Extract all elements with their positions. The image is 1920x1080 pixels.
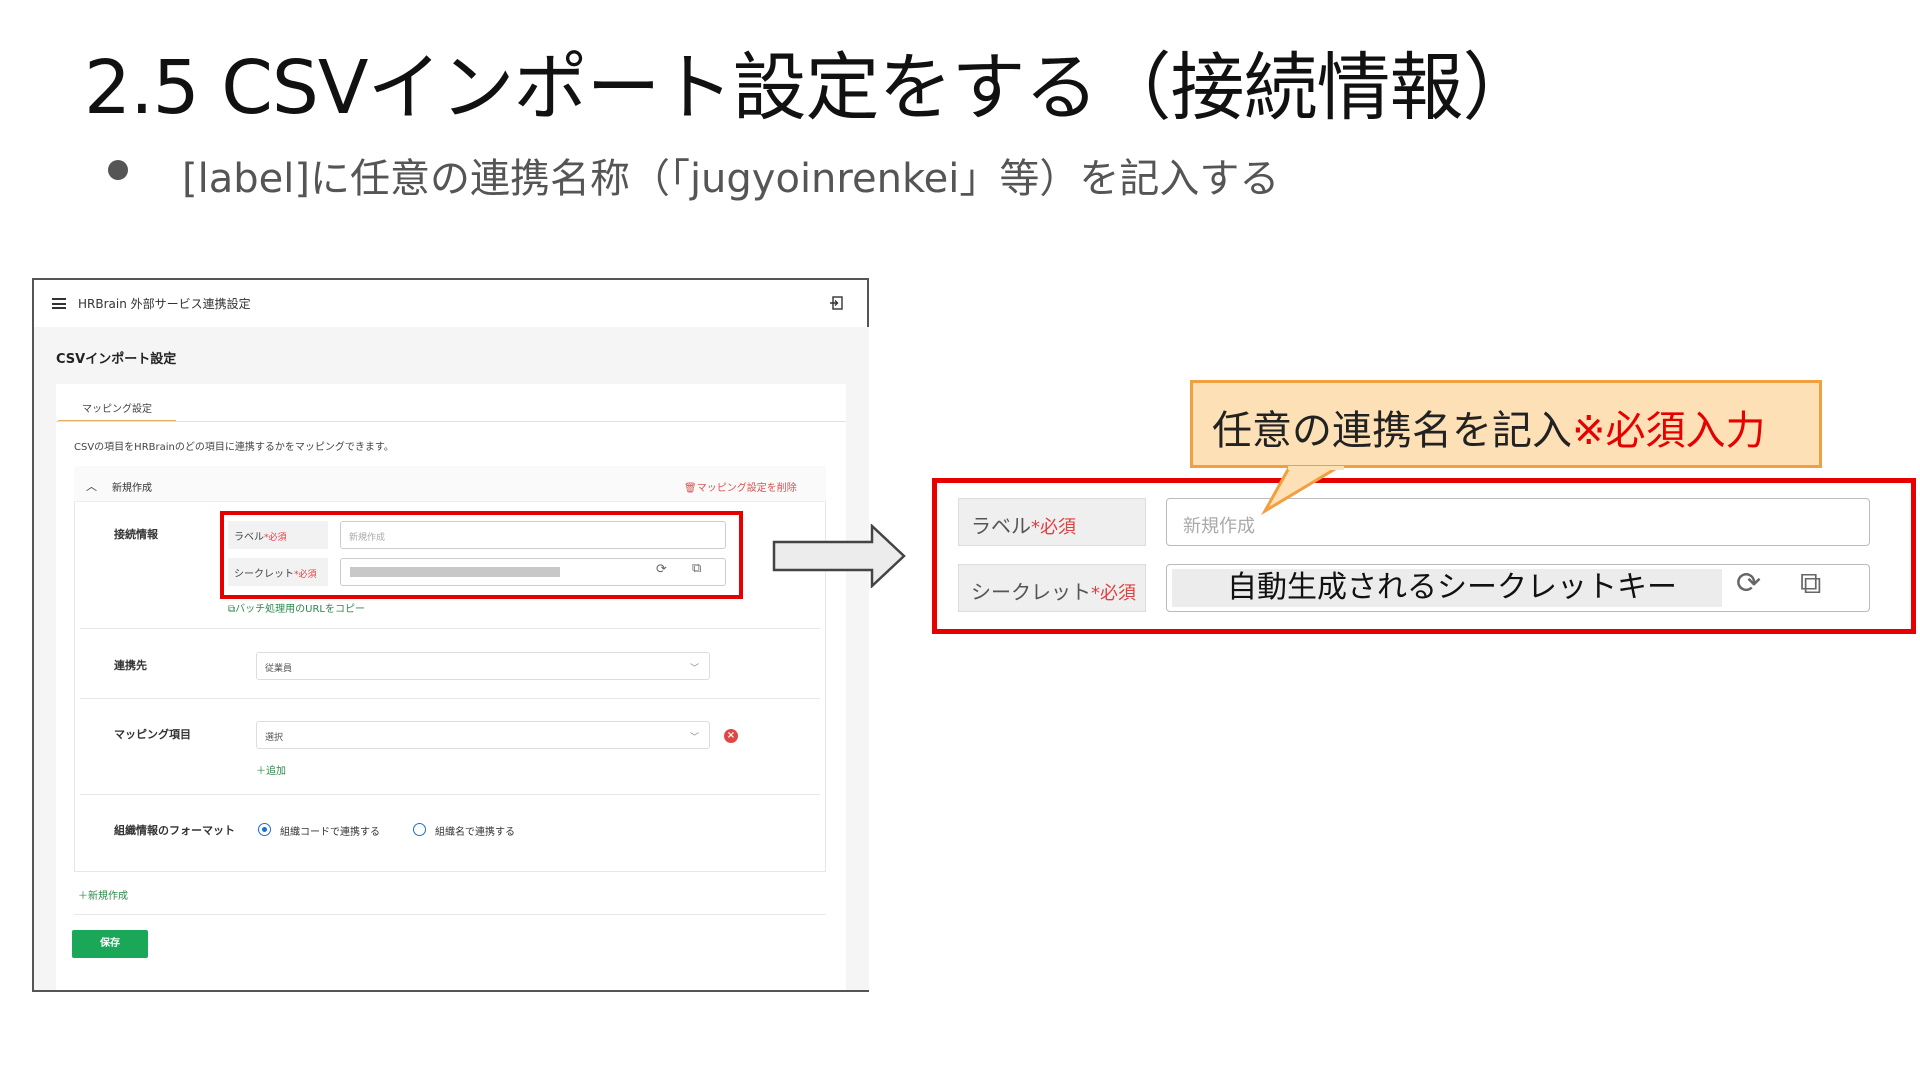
required-mark: *必須 xyxy=(1031,517,1076,538)
destination-label: 連携先 xyxy=(114,659,147,672)
bullet-text: [label]に任意の連携名称（「jugyoinrenkei」等）を記入する xyxy=(182,156,1280,202)
trash-icon: 🗑 xyxy=(684,483,697,494)
zoom-label-field-text: ラベル xyxy=(971,514,1031,538)
divider xyxy=(80,628,820,629)
arrow-right-icon xyxy=(772,524,906,588)
plus-icon: ＋ xyxy=(256,766,266,777)
mapping-item-select[interactable]: 選択 xyxy=(256,721,710,749)
chevron-down-icon: ﹀ xyxy=(690,733,700,743)
radio-org-name[interactable] xyxy=(413,823,426,836)
highlight-box-small xyxy=(220,511,743,599)
zoom-label-field-label: ラベル*必須 xyxy=(958,498,1146,546)
add-mapping-link[interactable]: ＋追加 xyxy=(256,762,286,777)
slide-title: 2.5 CSVインポート設定をする（接続情報） xyxy=(84,45,1536,131)
remove-icon[interactable]: × xyxy=(724,729,738,743)
panel-title: 新規作成 xyxy=(112,483,152,494)
delete-mapping-link[interactable]: 🗑マッピング設定を削除 xyxy=(684,479,797,494)
copy-icon[interactable]: ⧉ xyxy=(1800,566,1821,601)
copy-batch-url-link[interactable]: ⧉バッチ処理用のURLをコピー xyxy=(228,600,365,615)
tab-mapping-settings[interactable]: マッピング設定 xyxy=(58,390,176,422)
zoom-secret-field-text: シークレット xyxy=(971,580,1091,604)
destination-select[interactable]: 従業員 xyxy=(256,652,710,680)
radio-org-code[interactable] xyxy=(258,823,271,836)
required-mark: *必須 xyxy=(1091,583,1136,604)
description-text: CSVの項目をHRBrainのどの項目に連携するかをマッピングできます。 xyxy=(74,442,394,453)
callout-main: 任意の連携名を記入 xyxy=(1212,408,1572,454)
plus-icon: ＋ xyxy=(78,891,88,902)
tab-divider xyxy=(56,421,846,422)
divider xyxy=(80,698,820,699)
new-mapping-label: 新規作成 xyxy=(88,891,128,902)
copy-batch-url-label: バッチ処理用のURLをコピー xyxy=(235,604,365,615)
new-mapping-link[interactable]: ＋新規作成 xyxy=(78,887,128,902)
logout-icon[interactable] xyxy=(829,296,843,314)
radio-org-code-label: 組織コードで連携する xyxy=(280,827,380,838)
delete-mapping-label: マッピング設定を削除 xyxy=(696,483,797,494)
save-button[interactable]: 保存 xyxy=(72,930,148,958)
radio-org-name-label: 組織名で連携する xyxy=(435,827,515,838)
zoom-secret-field-label: シークレット*必須 xyxy=(958,564,1146,612)
zoom-secret-value: 自動生成されるシークレットキー xyxy=(1172,569,1722,607)
divider xyxy=(74,914,826,915)
mapping-items-label: マッピング項目 xyxy=(114,728,191,741)
callout-emphasis: ※必須入力 xyxy=(1572,408,1766,454)
bullet-dot xyxy=(108,160,128,180)
callout-tail xyxy=(1260,466,1344,516)
add-mapping-label: 追加 xyxy=(266,766,286,777)
refresh-icon[interactable]: ⟳ xyxy=(1736,566,1761,601)
divider xyxy=(80,794,820,795)
callout-text: 任意の連携名を記入※必須入力 xyxy=(1212,398,1766,456)
chevron-down-icon: ﹀ xyxy=(690,664,700,674)
chevron-up-icon[interactable]: ︿ xyxy=(86,478,97,494)
format-label: 組織情報のフォーマット xyxy=(114,824,235,837)
connection-info-label: 接続情報 xyxy=(114,528,158,541)
menu-icon[interactable] xyxy=(52,298,66,309)
app-bar: HRBrain 外部サービス連携設定 xyxy=(34,280,867,328)
page-heading: CSVインポート設定 xyxy=(56,352,177,367)
app-title: HRBrain 外部サービス連携設定 xyxy=(78,297,251,311)
